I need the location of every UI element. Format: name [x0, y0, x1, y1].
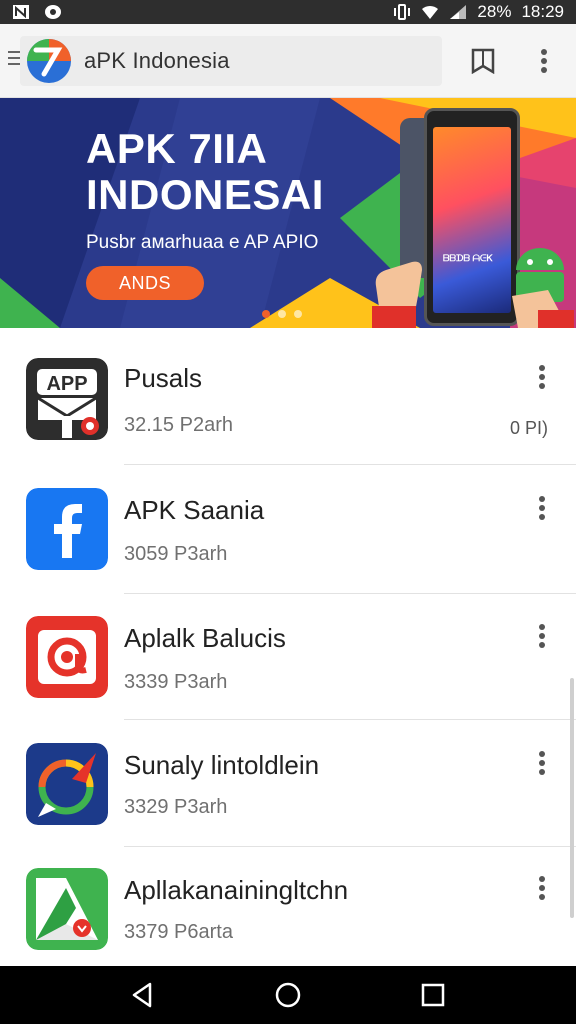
app-title: Sunaly lintoldlein	[124, 750, 320, 780]
phone-image: ᗷᗷᗪᗷ ᗩᕮᏦ	[424, 108, 520, 326]
at-sign-icon	[26, 616, 108, 698]
more-vert-icon[interactable]	[534, 46, 554, 76]
phone-screen: ᗷᗷᗪᗷ ᗩᕮᏦ	[433, 127, 511, 313]
facebook-icon	[26, 488, 108, 570]
banner-subtitle: Pusbr aмarhuaa e AP APIO	[86, 232, 319, 253]
app-meta: 32.15 P2arh	[124, 414, 233, 436]
back-icon[interactable]	[128, 980, 158, 1010]
app-list: APP Pusals 32.15 P2arh 0 PI) APK Saania …	[0, 328, 576, 966]
banner-title: APK 7IIA INDONESAI	[86, 126, 324, 218]
more-vert-icon[interactable]	[532, 748, 552, 778]
app-title: Aplalk Balucis	[124, 623, 286, 653]
carousel-dot[interactable]	[262, 310, 270, 318]
carousel-dot[interactable]	[294, 310, 302, 318]
clock: 18:29	[521, 2, 564, 21]
site-title: aPK Indonesia	[84, 48, 230, 73]
status-bar: 28% 18:29	[0, 0, 576, 24]
maps-icon	[26, 868, 108, 950]
notification-n-icon	[13, 5, 29, 19]
list-item[interactable]: APK Saania 3059 P3arh	[0, 465, 576, 594]
menu-icon[interactable]	[8, 50, 20, 66]
bookmark-icon[interactable]	[470, 48, 496, 74]
scrollbar[interactable]	[570, 678, 574, 918]
svg-text:APP: APP	[46, 373, 87, 395]
app-meta: 3059 P3arh	[124, 543, 228, 565]
banner-title-line1: APK 7IIA	[86, 125, 268, 172]
banner-button[interactable]: ANDS	[86, 266, 204, 300]
message-icon	[45, 5, 61, 19]
url-bar[interactable]: aPK Indonesia	[20, 36, 442, 86]
app-title: APK Saania	[124, 495, 265, 525]
wifi-icon	[422, 5, 439, 19]
battery-level: 28%	[477, 2, 512, 21]
list-item[interactable]: Sunaly lintoldlein 3329 P3arh	[0, 720, 576, 848]
home-icon[interactable]	[273, 980, 303, 1010]
phone-screen-text: ᗷᗷᗪᗷ ᗩᕮᏦ	[443, 253, 493, 263]
app-meta: 3329 P3arh	[124, 796, 228, 818]
signal-icon	[450, 5, 467, 19]
promo-banner[interactable]: ᗷᗷᗪᗷ ᗩᕮᏦ APK 7IIA INDONESAI Pusbr aмarhu…	[0, 98, 576, 328]
more-vert-icon[interactable]	[532, 493, 552, 523]
recents-icon[interactable]	[418, 980, 448, 1010]
app-meta: 3339 P3arh	[124, 671, 228, 693]
app-bar: aPK Indonesia	[0, 24, 576, 98]
site-logo	[27, 39, 71, 83]
system-nav-bar	[0, 966, 576, 1024]
app-meta: 3379 P6arta	[124, 921, 233, 943]
banner-title-line2: INDONESAI	[86, 171, 324, 218]
vibrate-icon	[394, 4, 411, 20]
list-item[interactable]: Aplalk Balucis 3339 P3arh	[0, 593, 576, 721]
carousel-dot[interactable]	[278, 310, 286, 318]
app-title: Apllakanainingltchn	[124, 875, 349, 905]
list-item[interactable]: APP Pusals 32.15 P2arh 0 PI)	[0, 328, 576, 465]
more-vert-icon[interactable]	[532, 873, 552, 903]
android-mascot-icon	[512, 248, 574, 328]
compass-chat-icon	[26, 743, 108, 825]
app-title: Pusals	[124, 363, 203, 393]
app-envelope-icon: APP	[26, 358, 108, 440]
hand-image	[372, 261, 422, 328]
app-size: 0 PI)	[509, 418, 548, 438]
more-vert-icon[interactable]	[532, 362, 552, 392]
list-item[interactable]: Apllakanainingltchn 3379 P6arta	[0, 847, 576, 975]
more-vert-icon[interactable]	[532, 621, 552, 651]
carousel-indicator	[262, 310, 302, 318]
